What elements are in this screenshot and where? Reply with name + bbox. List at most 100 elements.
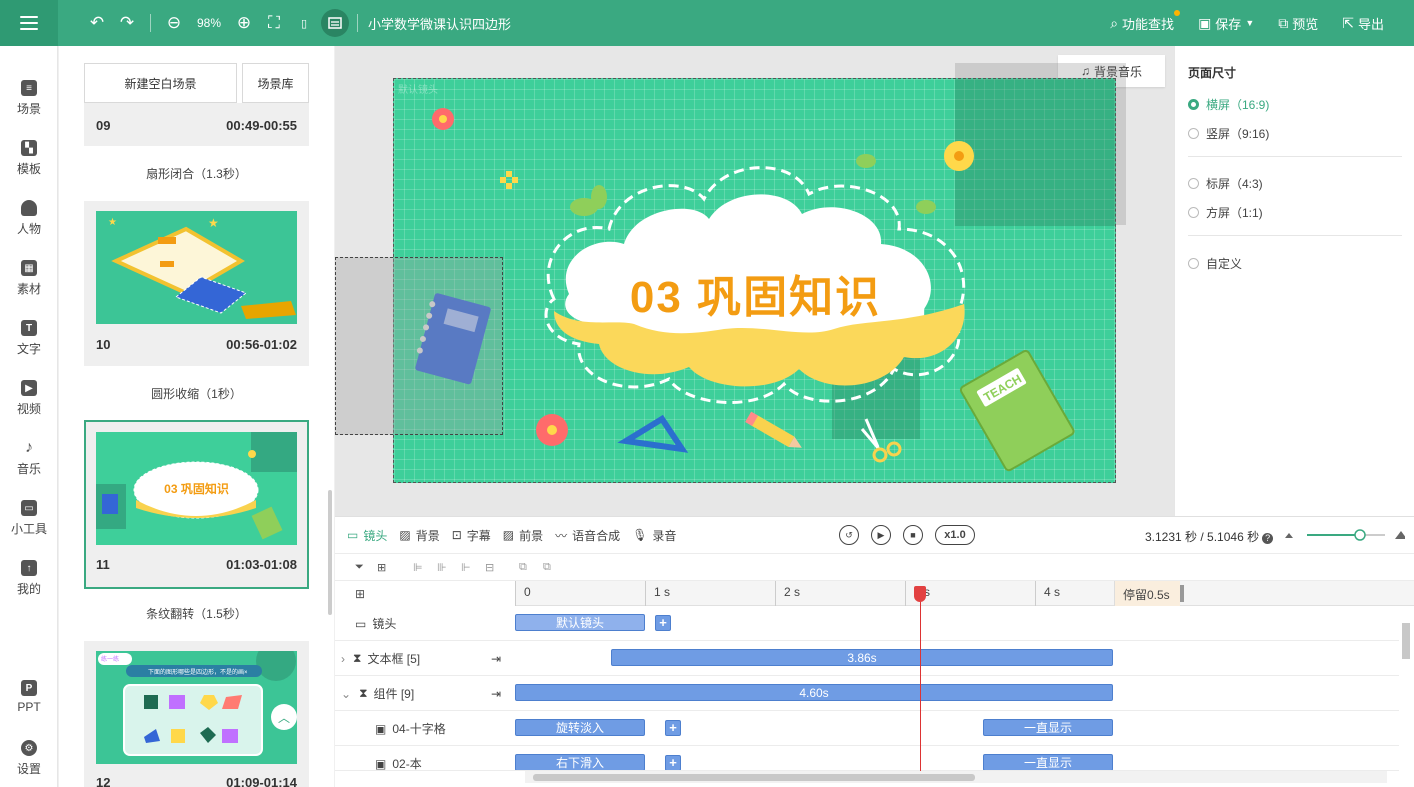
find-feature-button[interactable]: ⌕ 功能查找 (1110, 9, 1181, 33)
top-toolbar: ↶ ↷ ⊖ 98% ⊕ ⛶ ▯ 小学数学微课认识四边形 ⌕ 功能查找 ▣ 保存 … (0, 0, 1414, 46)
menu-button[interactable] (0, 0, 58, 46)
scrollbar-thumb[interactable] (533, 774, 975, 781)
scene-panel-scrollbar[interactable] (328, 490, 332, 615)
scene-library-button[interactable]: 场景库 (242, 63, 309, 103)
thumbnail-banner: 下面的图形哪些是四边形，不是的画× (148, 670, 248, 676)
align-right-icon[interactable]: ⊩ (461, 561, 475, 574)
track-bar[interactable]: 3.86s (611, 649, 1113, 666)
nav-music[interactable]: ♪ 音乐 (0, 439, 58, 477)
radio-custom[interactable]: 自定义 (1188, 255, 1242, 272)
selected-element-outline[interactable] (335, 257, 503, 435)
track-label-text: 镜头 (372, 617, 397, 631)
speed-button[interactable]: x1.0 (935, 525, 975, 545)
preview-label: 预览 (1292, 16, 1319, 32)
timeline-zoom-slider[interactable] (1285, 527, 1407, 543)
enter-icon[interactable]: ⇥ (491, 676, 501, 711)
track-bar[interactable]: 默认镜头 (515, 614, 645, 631)
pause-duration[interactable]: 停留0.5s (1114, 581, 1180, 606)
nav-template[interactable]: ▚ 模板 (0, 140, 58, 177)
tab-record[interactable]: 🎙 录音 (632, 527, 676, 544)
align-left-icon[interactable]: ⊫ (413, 561, 427, 574)
nav-video[interactable]: ▶ 视频 (0, 380, 58, 417)
scrollbar-thumb[interactable] (1402, 623, 1410, 659)
scene-thumbnail: ★ ★ (96, 211, 297, 324)
tab-label: 字幕 (466, 528, 491, 543)
track-bar[interactable]: 右下滑入 (515, 754, 645, 770)
nav-character[interactable]: 人物 (0, 200, 58, 237)
track-label-text: 组件 [9] (373, 687, 415, 701)
track-row-camera: ▭ 镜头 默认镜头 + (335, 606, 1399, 641)
track-row-item: ▣ 02-本 右下滑入 + 一直显示 (335, 746, 1399, 771)
chevron-down-icon[interactable]: ⌄ (341, 687, 351, 701)
filter-icon[interactable]: ⏷ (355, 561, 369, 573)
tab-foreground[interactable]: ▨ 前景 (503, 527, 543, 544)
radio-label: 标屏（4:3) (1206, 177, 1263, 191)
enter-icon[interactable]: ⇥ (491, 641, 501, 676)
track-bar-exit[interactable]: 一直显示 (983, 719, 1113, 736)
replay-icon[interactable]: ↺ (839, 525, 859, 545)
track-bar-exit[interactable]: 一直显示 (983, 754, 1113, 770)
timeline-horizontal-scrollbar[interactable] (525, 771, 1387, 783)
scene-transition[interactable]: 扇形闭合（1.3秒） (84, 165, 309, 182)
nav-label: PPT (17, 700, 41, 714)
tab-label: 背景 (415, 528, 440, 543)
nav-text[interactable]: T 文字 (0, 320, 58, 357)
help-icon[interactable]: ? (1262, 533, 1274, 544)
radio-square[interactable]: 方屏（1:1) (1188, 204, 1263, 221)
nav-ppt[interactable]: P PPT (0, 680, 58, 714)
scene-card-selected[interactable]: 03 巩固知识 11 01:03-01:08 (84, 420, 309, 589)
actual-size-icon[interactable]: ▯ (289, 8, 319, 38)
scene-card[interactable]: ★ ★ 10 00:56-01:02 (84, 201, 309, 366)
play-icon[interactable]: ▶ (871, 525, 891, 545)
grid-view-icon[interactable]: ⊞ (355, 587, 365, 601)
playhead-line (920, 586, 921, 776)
document-title[interactable]: 小学数学微课认识四边形 (368, 14, 511, 33)
zoom-in-icon[interactable]: ⊕ (229, 8, 259, 38)
radio-landscape[interactable]: 横屏（16:9) (1188, 96, 1269, 113)
track-bar[interactable]: 旋转淡入 (515, 719, 645, 736)
scene-transition[interactable]: 条纹翻转（1.5秒） (84, 605, 309, 622)
chevron-right-icon[interactable]: › (341, 652, 345, 666)
zoom-out-icon[interactable]: ⊖ (159, 8, 189, 38)
add-icon[interactable]: + (655, 615, 671, 631)
time-ruler[interactable]: 0 1 s 2 s 3 s 4 s 停留0.5s (515, 581, 1414, 606)
playhead-handle[interactable] (914, 586, 926, 602)
layer-up-icon[interactable]: ⧉ (519, 561, 533, 573)
nav-scene[interactable]: ≡ 场景 (0, 80, 58, 117)
distribute-icon[interactable]: ⊟ (485, 561, 499, 574)
save-button[interactable]: ▣ 保存 ▼ (1198, 14, 1254, 33)
nav-material[interactable]: ▦ 素材 (0, 260, 58, 297)
subtitle-toggle-icon[interactable] (321, 9, 349, 37)
group-icon[interactable]: ⊞ (377, 561, 391, 574)
radio-label: 竖屏（9:16) (1206, 127, 1270, 141)
undo-icon[interactable]: ↶ (82, 8, 112, 38)
radio-portrait[interactable]: 竖屏（9:16) (1188, 125, 1269, 142)
fullscreen-icon[interactable]: ⛶ (259, 8, 289, 38)
export-button[interactable]: ⇱ 导出 (1342, 14, 1384, 33)
tab-subtitle[interactable]: ⊡ 字幕 (452, 527, 491, 544)
tab-tts[interactable]: 〰语音合成 (555, 527, 620, 544)
scene-card[interactable]: 09 00:49-00:55 (84, 103, 309, 146)
stop-icon[interactable]: ■ (903, 525, 923, 545)
add-icon[interactable]: + (665, 755, 681, 770)
nav-mine[interactable]: ↑ 我的 (0, 560, 58, 597)
layer-down-icon[interactable]: ⧉ (543, 561, 557, 573)
timeline-vertical-scrollbar[interactable] (1399, 617, 1411, 767)
nav-tools[interactable]: ▭ 小工具 (0, 500, 58, 537)
export-label: 导出 (1357, 16, 1384, 32)
end-marker[interactable] (1180, 585, 1184, 602)
scene-time: 01:09-01:14 (226, 775, 297, 787)
preview-button[interactable]: ⧉ 预览 (1278, 14, 1318, 33)
nav-settings[interactable]: ⚙ 设置 (0, 740, 58, 777)
scene-card[interactable]: ︿ 练一练 下面的图形哪些是四边形，不是的画× 12 01:09-01:14 (84, 641, 309, 787)
add-icon[interactable]: + (665, 720, 681, 736)
tab-background[interactable]: ▨ 背景 (399, 527, 439, 544)
track-label-text: 04-十字格 (392, 722, 446, 736)
track-bar[interactable]: 4.60s (515, 684, 1113, 701)
align-center-icon[interactable]: ⊪ (437, 561, 451, 574)
redo-icon[interactable]: ↷ (112, 8, 142, 38)
tab-camera[interactable]: ▭ 镜头 (347, 527, 387, 544)
new-blank-scene-button[interactable]: 新建空白场景 (84, 63, 237, 103)
radio-standard[interactable]: 标屏（4:3) (1188, 175, 1263, 192)
scene-transition[interactable]: 圆形收缩（1秒） (84, 385, 309, 402)
